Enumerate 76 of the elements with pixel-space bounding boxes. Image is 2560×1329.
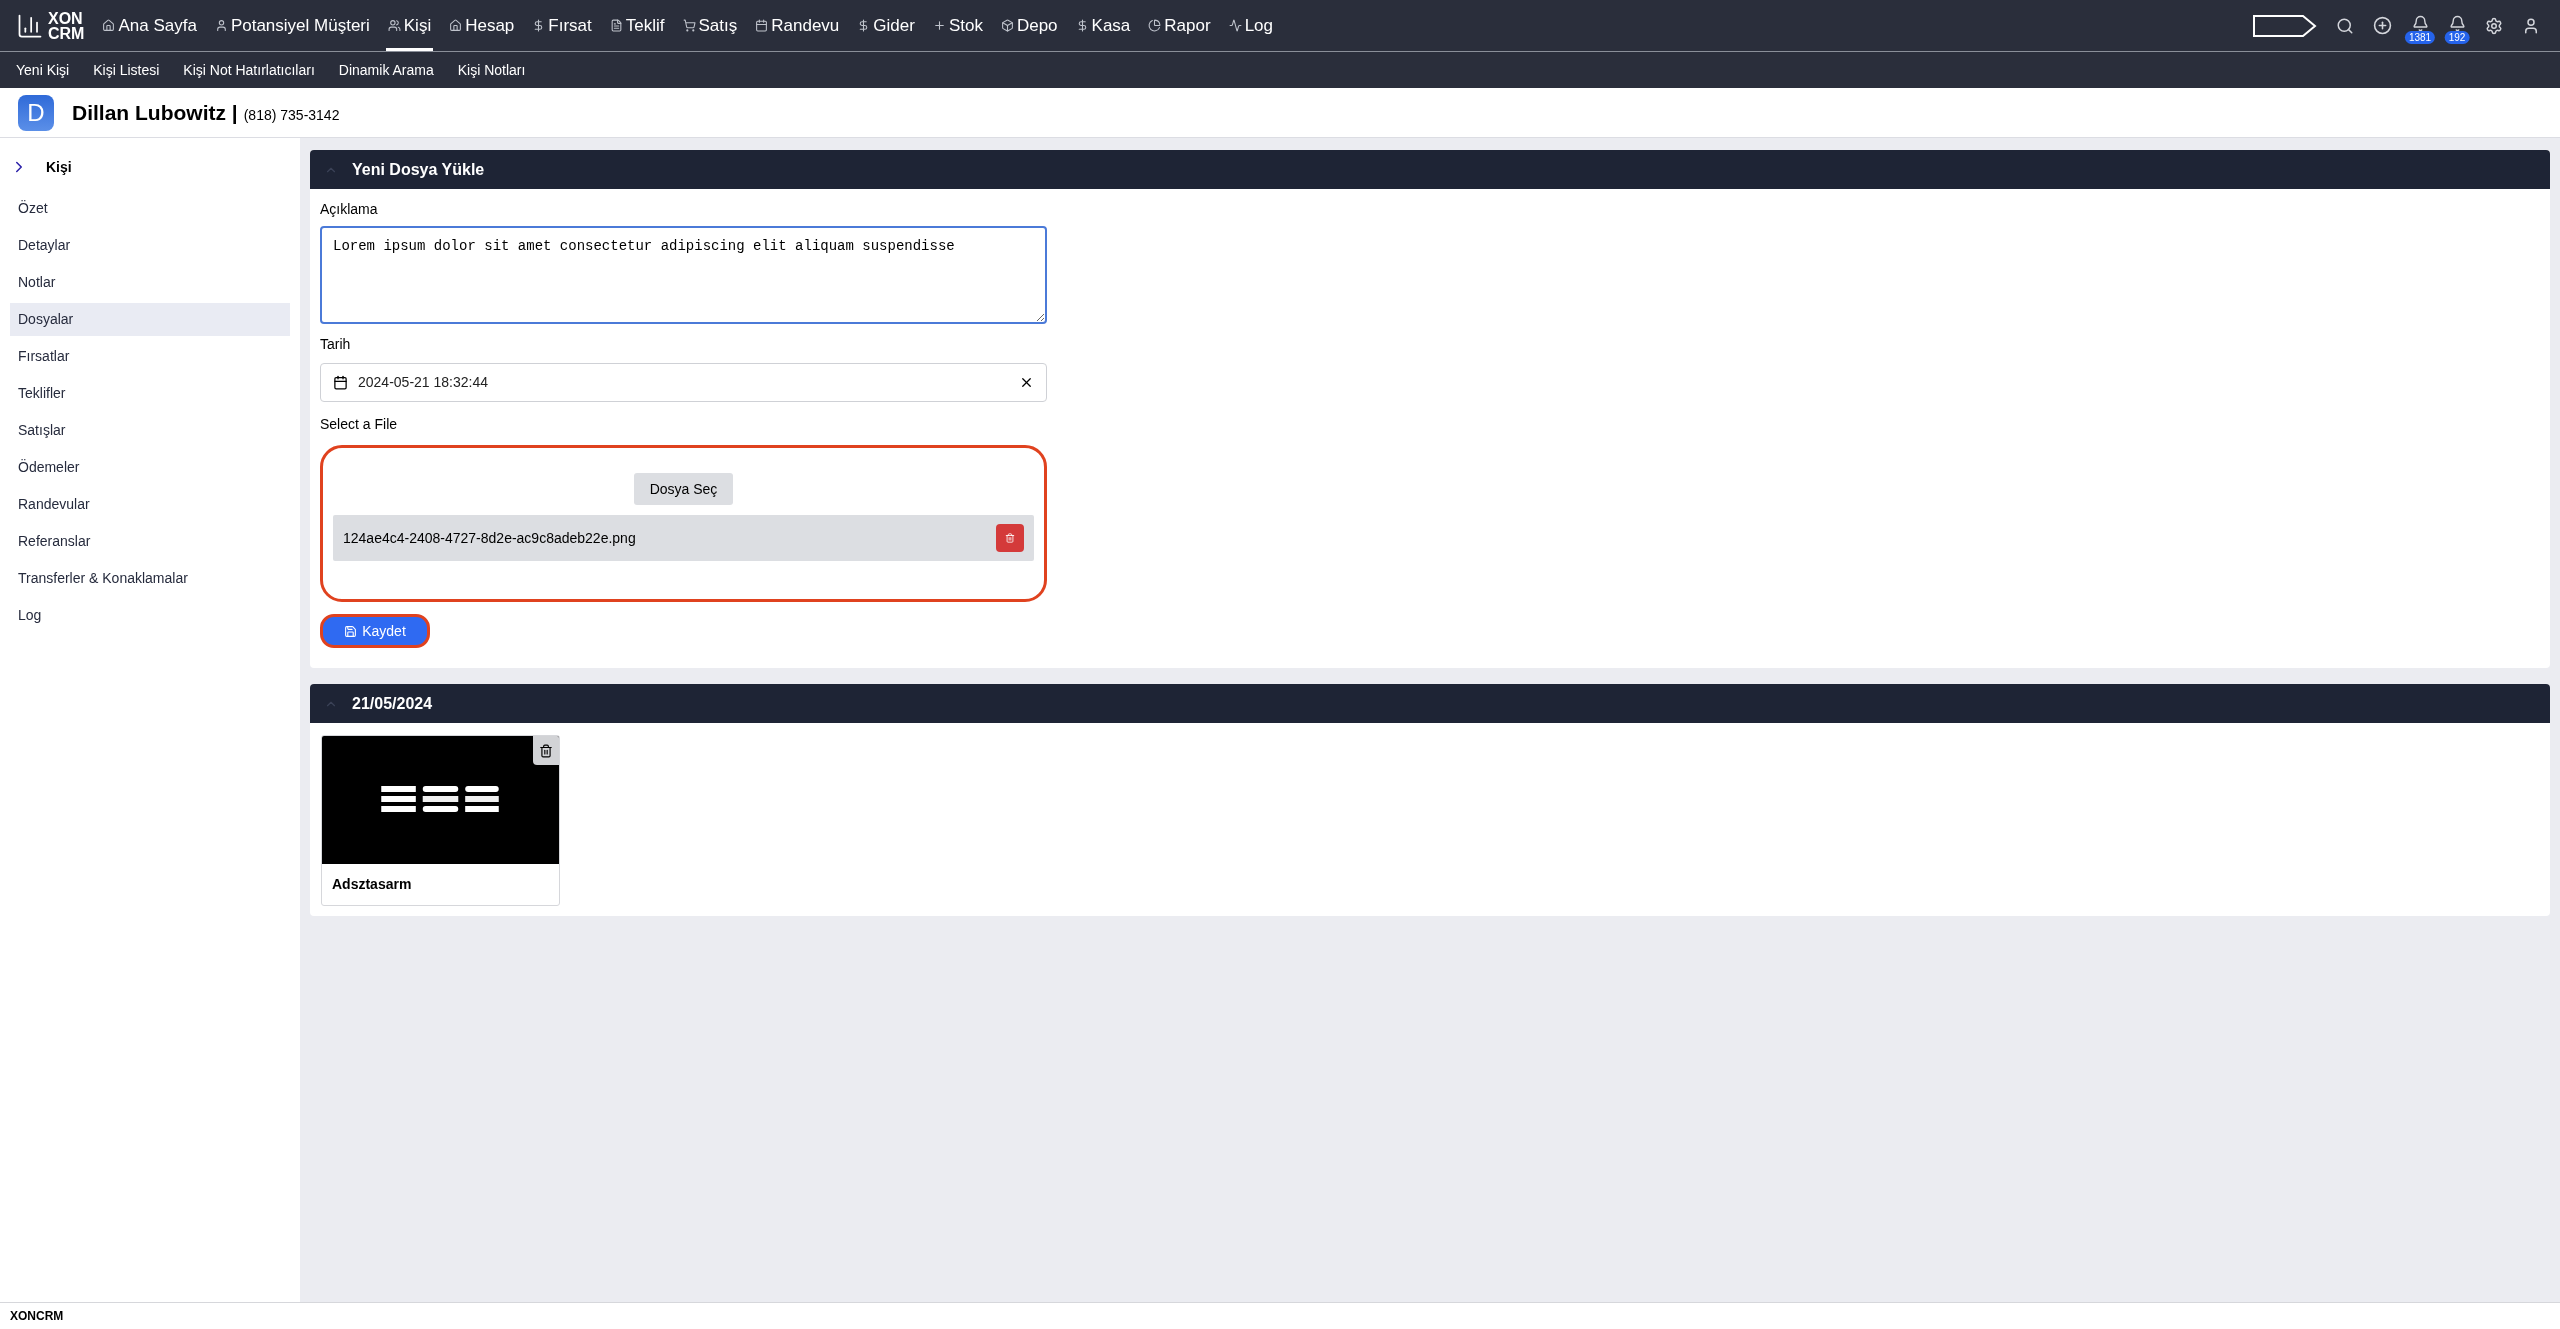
sidebar-item[interactable]: Fırsatlar	[10, 340, 290, 373]
house-icon	[102, 19, 116, 32]
box-icon	[1000, 19, 1014, 32]
cart-icon	[682, 19, 696, 32]
house-icon	[449, 19, 463, 32]
subnav-link[interactable]: Dinamik Arama	[338, 59, 434, 81]
calendar-icon	[755, 19, 769, 32]
nav-tab[interactable]: Teklif	[607, 0, 667, 51]
search-icon[interactable]	[2336, 16, 2354, 35]
nav-tab[interactable]: Fırsat	[530, 0, 594, 51]
sidebar-item[interactable]: Özet	[10, 192, 290, 225]
sidebar-item[interactable]: Ödemeler	[10, 451, 290, 484]
user-icon[interactable]	[2522, 16, 2540, 35]
settings-icon[interactable]	[2485, 16, 2503, 35]
nav-tab[interactable]: Log	[1226, 0, 1275, 51]
field-label: Select a File	[320, 415, 399, 434]
users-icon	[387, 19, 401, 32]
clear-icon[interactable]	[1019, 375, 1034, 390]
pie-chart-icon	[1148, 19, 1162, 32]
logo-text: XON	[48, 10, 84, 26]
nav-tab[interactable]: Potansiyel Müşteri	[212, 0, 372, 51]
contact-name: Dillan Lubowitz |	[72, 99, 238, 126]
description-field[interactable]: Lorem ipsum dolor sit amet consectetur adipiscing elit aliquam suspendisse	[320, 226, 1047, 324]
nav-tab[interactable]: Randevu	[753, 0, 842, 51]
field-label: Açıklama	[320, 200, 379, 219]
contact-phone: (818) 735-3142	[243, 105, 340, 125]
file-title: Adsztasarm	[331, 875, 413, 894]
nav-tab[interactable]: Ana Sayfa	[100, 0, 199, 51]
nav-tab[interactable]: Gider	[855, 0, 917, 51]
file-card[interactable]: Adsztasarm	[321, 735, 560, 906]
bell-icon[interactable]	[2448, 14, 2466, 32]
plus-icon	[932, 19, 946, 32]
sidebar-item[interactable]: Transferler & Konaklamalar	[10, 562, 290, 595]
field-label: Tarih	[320, 335, 352, 354]
trash-icon	[539, 743, 553, 758]
save-icon	[344, 624, 358, 638]
sidebar-item[interactable]: Notlar	[10, 266, 290, 299]
save-button[interactable]: Kaydet	[320, 614, 430, 648]
nav-tab[interactable]: Kasa	[1073, 0, 1133, 51]
bell-icon[interactable]	[2411, 14, 2429, 32]
delete-button[interactable]	[533, 736, 559, 765]
user-icon	[214, 19, 228, 32]
sidebar-item[interactable]: Randevular	[10, 488, 290, 521]
trash-icon	[1005, 533, 1015, 543]
nav-tab[interactable]: Rapor	[1146, 0, 1213, 51]
arrow-tag-icon	[2253, 14, 2317, 37]
sidebar-title: Kişi	[46, 157, 72, 177]
sidebar-item[interactable]: Dosyalar	[10, 303, 290, 336]
sidebar-item[interactable]: Detaylar	[10, 229, 290, 262]
subnav-link[interactable]: Yeni Kişi	[16, 59, 70, 81]
file-name: 124ae4c4-2408-4727-8d2e-ac9c8adeb22e.png	[343, 528, 636, 548]
calendar-icon	[333, 375, 348, 390]
notification-badge: 1381	[2404, 30, 2436, 44]
date-field[interactable]: 2024-05-21 18:32:44	[320, 363, 1047, 402]
file-dropzone[interactable]: Dosya Seç 124ae4c4-2408-4727-8d2e-ac9c8adeb22e.png	[320, 445, 1047, 602]
nav-tab[interactable]: Hesap	[447, 0, 517, 51]
choose-file-button[interactable]: Dosya Seç	[633, 473, 734, 505]
nav-tab[interactable]: Stok	[930, 0, 985, 51]
activity-icon	[1228, 19, 1242, 32]
logo-text: CRM	[48, 25, 85, 41]
document-icon	[609, 19, 623, 32]
nav-tab[interactable]: Depo	[998, 0, 1060, 51]
sidebar-item[interactable]: Teklifler	[10, 377, 290, 410]
sidebar-item[interactable]: Referanslar	[10, 525, 290, 558]
subnav-link[interactable]: Kişi Listesi	[93, 59, 160, 81]
panel-title: Yeni Dosya Yükle	[352, 159, 485, 180]
status-bar-text: XONCRM	[10, 1308, 64, 1325]
add-icon[interactable]	[2373, 16, 2392, 35]
sidebar-item[interactable]: Log	[10, 599, 290, 632]
panel-title: 21/05/2024	[352, 693, 433, 714]
subnav-link[interactable]: Kişi Not Hatırlatıcıları	[183, 59, 315, 81]
sidebar-item[interactable]: Satışlar	[10, 414, 290, 447]
notification-badge: 192	[2444, 30, 2470, 44]
avatar: D	[18, 94, 54, 131]
subnav-link[interactable]: Kişi Notları	[457, 59, 526, 81]
nav-tab[interactable]: Satış	[680, 0, 740, 51]
